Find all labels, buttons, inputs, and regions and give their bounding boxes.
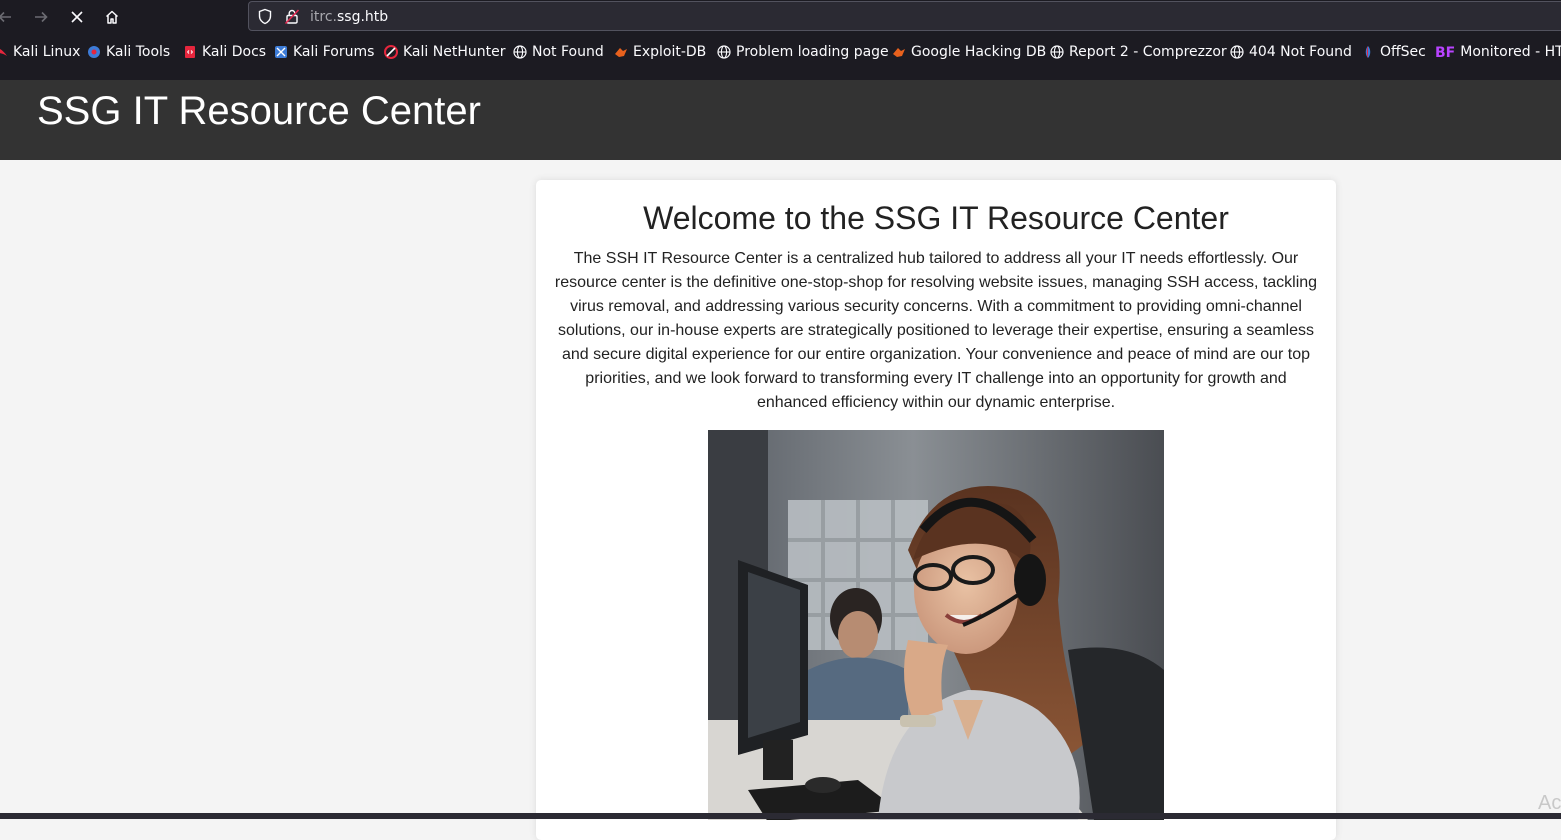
welcome-heading: Welcome to the SSG IT Resource Center <box>643 200 1229 236</box>
bookmark-monitored-htb[interactable]: BF Monitored - HTB <box>1435 42 1561 62</box>
kali-dragon-icon <box>0 49 7 56</box>
bookmark-label: Problem loading page <box>736 44 889 60</box>
bookmark-label: Google Hacking DB <box>911 44 1047 60</box>
globe-icon <box>513 45 527 59</box>
globe-icon <box>1230 45 1244 59</box>
arrow-left-icon <box>0 11 11 23</box>
url-domain: ssg.htb <box>336 9 389 25</box>
bookmark-label: Exploit-DB <box>633 44 707 60</box>
exploit-db-icon <box>615 48 627 57</box>
support-agent-illustration <box>708 430 1164 820</box>
shield-icon[interactable] <box>257 8 273 25</box>
bookmark-404-not-found[interactable]: 404 Not Found <box>1230 42 1352 62</box>
forward-button[interactable] <box>28 4 54 30</box>
bookmark-kali-nethunter[interactable]: Kali NetHunter <box>384 42 505 62</box>
bookmark-problem-loading-page[interactable]: Problem loading page <box>717 42 889 62</box>
bookmark-label: Kali NetHunter <box>403 44 506 60</box>
globe-icon <box>717 45 731 59</box>
url-host: itrc. <box>310 9 337 25</box>
url-bar[interactable]: itrc.ssg.htb <box>248 1 1561 31</box>
bookmark-report-2-comprezzor[interactable]: Report 2 - Comprezzor <box>1050 42 1227 62</box>
browser-chrome: itrc.ssg.htb Kali Linux Kali Tools Kali … <box>0 0 1561 80</box>
bookmark-label: Monitored - HTB <box>1460 44 1561 60</box>
bookmark-kali-forums[interactable]: Kali Forums <box>274 42 374 62</box>
bottom-bar <box>0 813 1561 819</box>
stop-loading-button[interactable] <box>64 4 90 30</box>
home-button[interactable] <box>99 4 125 30</box>
bookmark-google-hacking-db[interactable]: Google Hacking DB <box>892 42 1046 62</box>
bookmark-offsec[interactable]: OffSec <box>1361 42 1426 62</box>
kali-nethunter-icon <box>384 45 398 59</box>
arrow-right-icon <box>35 11 48 23</box>
back-button[interactable] <box>0 4 18 30</box>
bookmark-kali-tools[interactable]: Kali Tools <box>87 42 170 62</box>
insecure-lock-icon[interactable] <box>284 8 300 25</box>
bookmark-label: Kali Linux <box>13 44 81 60</box>
exploit-db-icon <box>893 48 905 57</box>
bookmark-exploit-db[interactable]: Exploit-DB <box>614 42 706 62</box>
bookmarks-toolbar: Kali Linux Kali Tools Kali Docs Kali For… <box>0 36 1561 68</box>
bookmark-label: Kali Forums <box>293 44 375 60</box>
bookmark-kali-docs[interactable]: Kali Docs <box>183 42 266 62</box>
support-agent-photo <box>708 430 1164 820</box>
bookmark-kali-linux[interactable]: Kali Linux <box>0 42 80 62</box>
bookmark-label: Not Found <box>532 44 604 60</box>
activate-watermark: Ac <box>1538 792 1561 814</box>
welcome-card: Welcome to the SSG IT Resource Center Th… <box>536 180 1336 840</box>
bookmark-label: Kali Tools <box>106 44 171 60</box>
intro-paragraph: The SSH IT Resource Center is a centrali… <box>554 250 1318 411</box>
navigation-toolbar: itrc.ssg.htb <box>0 0 1561 34</box>
globe-icon <box>1050 45 1064 59</box>
kali-docs-icon <box>185 46 195 58</box>
bookmark-label: Kali Docs <box>202 44 267 60</box>
site-title: SSG IT Resource Center <box>37 89 481 133</box>
bookmark-label: OffSec <box>1380 44 1426 60</box>
close-icon <box>71 11 83 23</box>
bf-icon: BF <box>1435 45 1456 61</box>
kali-tools-icon <box>88 46 100 58</box>
bookmark-label: Report 2 - Comprezzor <box>1069 44 1227 60</box>
kali-forums-icon <box>275 46 287 58</box>
home-icon <box>105 10 119 24</box>
bookmark-not-found[interactable]: Not Found <box>513 42 604 62</box>
url-text[interactable]: itrc.ssg.htb <box>310 8 388 26</box>
bookmark-label: 404 Not Found <box>1249 44 1352 60</box>
offsec-icon <box>1365 46 1371 58</box>
